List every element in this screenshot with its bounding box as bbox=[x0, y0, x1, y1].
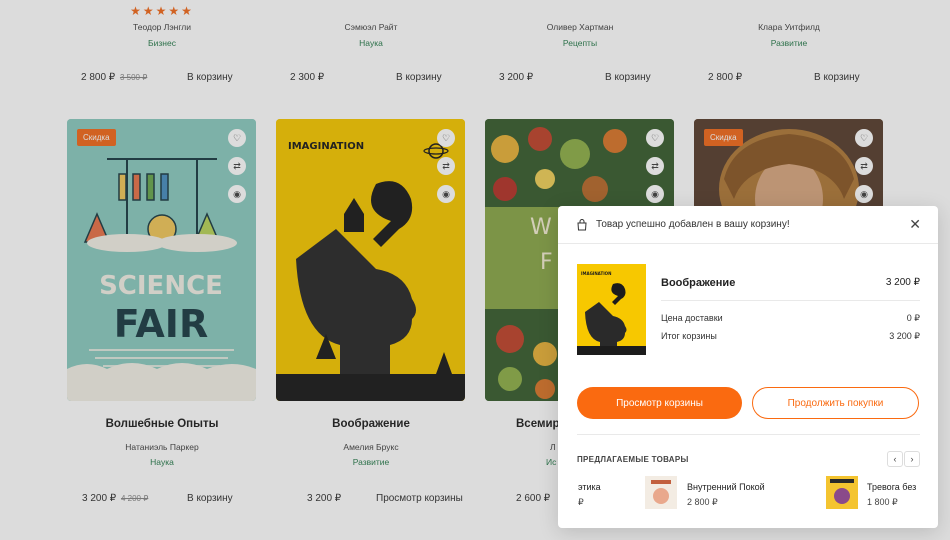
divider bbox=[661, 300, 920, 301]
suggested-item[interactable]: Внутренний Покой 2 800 ₽ bbox=[645, 474, 785, 514]
view-cart-button[interactable]: Просмотр корзины bbox=[577, 387, 742, 419]
thumb-brand: IMAGINATION bbox=[581, 271, 611, 276]
suggested-item[interactable]: Тревога без 1 800 ₽ bbox=[826, 474, 938, 514]
chevron-left-icon[interactable]: ‹ bbox=[887, 451, 903, 467]
product-name[interactable]: Воображение bbox=[661, 277, 735, 289]
total-row: Итог корзины 3 200 ₽ bbox=[661, 331, 920, 341]
total-value: 3 200 ₽ bbox=[889, 331, 920, 341]
divider bbox=[577, 434, 920, 435]
suggested-item-name: этика bbox=[578, 482, 601, 492]
success-message: Товар успешно добавлен в вашу корзину! bbox=[596, 219, 790, 230]
product-price: 3 200 ₽ bbox=[885, 277, 920, 288]
total-label: Итог корзины bbox=[661, 331, 717, 341]
suggested-item-price: 1 800 ₽ bbox=[867, 497, 898, 507]
suggested-item-price: 2 800 ₽ bbox=[687, 497, 718, 507]
delivery-value: 0 ₽ bbox=[906, 313, 920, 323]
chevron-right-icon[interactable]: › bbox=[904, 451, 920, 467]
suggested-title: ПРЕДЛАГАЕМЫЕ ТОВАРЫ bbox=[577, 455, 689, 464]
bag-icon bbox=[577, 219, 587, 231]
suggested-item-name: Внутренний Покой bbox=[687, 482, 765, 492]
suggested-item[interactable]: этика ₽ bbox=[558, 474, 638, 514]
page: ★★★★★ Теодор Лэнгли Бизнес Сэмюэл Райт Н… bbox=[0, 0, 950, 540]
close-icon[interactable]: ✕ bbox=[909, 216, 921, 233]
suggested-item-name: Тревога без bbox=[867, 482, 917, 492]
modal-header: Товар успешно добавлен в вашу корзину! ✕ bbox=[558, 206, 938, 244]
suggested-item-thumb bbox=[645, 476, 677, 509]
imagination-thumb-illustration: IMAGINATION bbox=[577, 264, 646, 355]
suggested-item-thumb bbox=[826, 476, 858, 509]
product-thumbnail: IMAGINATION bbox=[577, 264, 646, 355]
continue-shopping-button[interactable]: Продолжить покупки bbox=[752, 387, 919, 419]
suggested-item-price: ₽ bbox=[578, 497, 584, 507]
added-to-cart-modal: Товар успешно добавлен в вашу корзину! ✕… bbox=[558, 206, 938, 528]
delivery-label: Цена доставки bbox=[661, 313, 723, 323]
delivery-row: Цена доставки 0 ₽ bbox=[661, 313, 920, 323]
